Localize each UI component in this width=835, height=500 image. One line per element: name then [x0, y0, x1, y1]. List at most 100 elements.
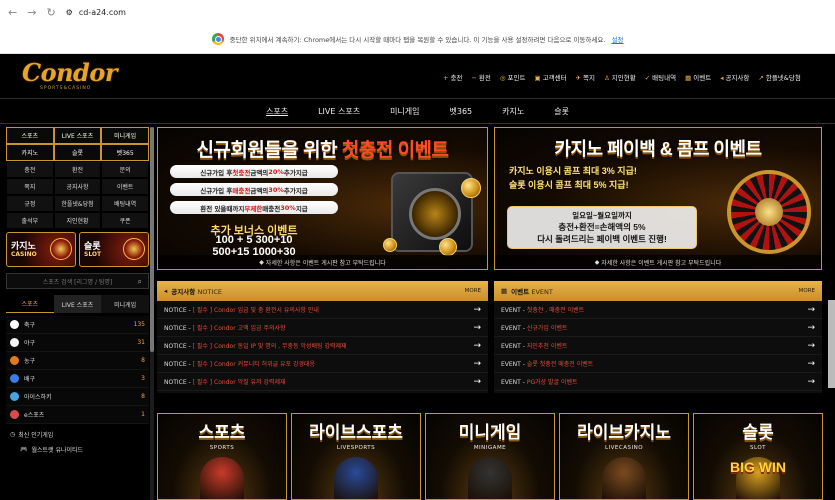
toplink-6[interactable]: ✓ 배팅내역	[645, 72, 676, 82]
quick-menu-item[interactable]: 공지사항	[53, 178, 102, 195]
nav-item-4[interactable]: 카지노	[487, 100, 539, 123]
nav-item-2[interactable]: 미니게임	[375, 100, 434, 123]
event-row[interactable]: EVENT - PG거상 발굴 이벤트 →	[494, 373, 822, 391]
arrow-right-icon[interactable]: →	[807, 377, 815, 387]
notice-row[interactable]: NOTICE - [ 필수 ] Condor 입금 및 충 환전시 유의사항 안…	[157, 301, 488, 319]
slot-banner[interactable]: 슬롯 SLOT	[79, 232, 149, 267]
sport-row[interactable]: 아이스하키 8	[6, 388, 149, 406]
sports-search-input[interactable]: 스포츠 검색 [리그명 / 팀명] ⌕	[6, 273, 149, 289]
nav-item-1[interactable]: LIVE 스포츠	[303, 100, 375, 123]
quick-menu-item[interactable]: 쪽지	[6, 178, 54, 195]
reload-icon[interactable]: ↻	[46, 6, 55, 19]
casino-banner[interactable]: 카지노 CASINO	[6, 232, 76, 267]
arrow-right-icon[interactable]: →	[807, 323, 815, 333]
quick-menu-item[interactable]: 지인현황	[53, 212, 102, 229]
quick-menu-item[interactable]: 스포츠	[6, 127, 54, 144]
event-row-prefix: EVENT -	[501, 307, 527, 314]
sport-row[interactable]: 축구 135	[6, 316, 149, 334]
event-more-link[interactable]: MORE	[799, 288, 815, 294]
arrow-right-icon[interactable]: →	[807, 305, 815, 315]
toplink-2[interactable]: ◎ 포인트	[500, 72, 526, 82]
promo1-condition-part: 추가지급	[283, 186, 308, 195]
sidebar-tab-2[interactable]: 미니게임	[101, 295, 150, 313]
sidebar-tab-0[interactable]: 스포츠	[6, 295, 54, 313]
page-scrollbar-thumb[interactable]	[828, 300, 835, 388]
promo1-title: 신규회원들을 위한 첫충전 이벤트	[196, 140, 449, 161]
event-title: 이벤트 EVENT	[511, 288, 553, 296]
sidebar-scroll-thumb[interactable]	[150, 127, 154, 352]
promo1-condition-part: 추가지급	[283, 168, 308, 177]
quick-menu-item[interactable]: 슬롯	[53, 144, 102, 161]
notice-row-text: NOTICE - [ 필수 ] Condor 악질 유저 강력제재	[164, 377, 473, 386]
arrow-right-icon[interactable]: →	[473, 323, 481, 333]
category-card-slot[interactable]: 슬롯 SLOT BIG WIN	[693, 413, 823, 500]
sport-row[interactable]: e스포츠 1	[6, 406, 149, 424]
sport-count: 135	[133, 321, 145, 328]
browser-toolbar: ← → ↻ ⚙ cd-a24.com	[0, 0, 835, 24]
nav-item-3[interactable]: 벳365	[435, 100, 488, 123]
quick-menu-item[interactable]: 벳365	[101, 144, 149, 161]
notice-row[interactable]: NOTICE - [ 필수 ] Condor 동일 IP 및 명의 , 무충등 …	[157, 337, 488, 355]
toplink-9[interactable]: ↗ 한플넷&당첨	[758, 72, 800, 82]
quick-menu-item[interactable]: LIVE 스포츠	[53, 127, 102, 144]
site-logo[interactable]: Condor SPORTS&CASINO	[22, 61, 118, 93]
category-card-livecasino[interactable]: 라이브카지노 LIVECASINO	[559, 413, 689, 500]
category-illustration	[602, 457, 646, 499]
toplink-7[interactable]: ▦ 이벤트	[685, 72, 711, 82]
recent-game-item[interactable]: 🎮 월스트랫 유나이티드	[6, 442, 149, 456]
notice-more-link[interactable]: MORE	[465, 288, 481, 294]
arrow-right-icon[interactable]: →	[807, 341, 815, 351]
toplink-5[interactable]: ♙ 지인현황	[604, 72, 636, 82]
casino-payback-promo-banner[interactable]: 카지노 페이백 & 콤프 이벤트 카지노 이용시 콤프 최대 3% 지급! 슬롯…	[494, 127, 822, 270]
category-card-livesports[interactable]: 라이브스포츠 LIVESPORTS	[291, 413, 421, 500]
category-subtitle: MINIGAME	[473, 445, 507, 451]
quick-menu-item[interactable]: 규정	[6, 195, 54, 212]
first-deposit-promo-banner[interactable]: 신규회원들을 위한 첫충전 이벤트 신규가입 후 첫충전 금액의 20% 추가지…	[157, 127, 488, 270]
quick-menu-item[interactable]: 쿠폰	[101, 212, 149, 229]
sport-row[interactable]: 야구 31	[6, 334, 149, 352]
category-card-minigame[interactable]: 미니게임 MINIGAME	[425, 413, 555, 500]
quick-menu-item[interactable]: 카지노	[6, 144, 54, 161]
event-row[interactable]: EVENT - 첫충전 , 매충전 이벤트 →	[494, 301, 822, 319]
toplink-1[interactable]: − 환전	[471, 72, 490, 82]
quick-menu-item[interactable]: 충전	[6, 161, 54, 178]
toplink-3[interactable]: ▣ 고객센터	[534, 72, 566, 82]
address-bar[interactable]: ⚙ cd-a24.com	[66, 8, 126, 17]
sport-row[interactable]: 배구 3	[6, 370, 149, 388]
arrow-right-icon[interactable]: →	[473, 305, 481, 315]
arrow-right-icon[interactable]: →	[473, 359, 481, 369]
quick-menu-item[interactable]: 문의	[101, 161, 149, 178]
toplink-0[interactable]: + 충전	[443, 72, 462, 82]
sidebar-tab-1[interactable]: LIVE 스포츠	[53, 295, 102, 313]
site-settings-icon[interactable]: ⚙	[66, 8, 73, 17]
arrow-right-icon[interactable]: →	[473, 341, 481, 351]
event-row[interactable]: EVENT - 신규가입 이벤트 →	[494, 319, 822, 337]
category-card-sports[interactable]: 스포츠 SPORTS	[157, 413, 287, 500]
quick-menu-item[interactable]: 미니게임	[101, 127, 149, 144]
quick-menu-item[interactable]: 배팅내역	[101, 195, 149, 212]
promo1-condition: 신규가입 후 첫충전 금액의 20% 추가지급	[170, 165, 338, 178]
toplink-label: 쪽지	[583, 74, 595, 82]
forward-icon[interactable]: →	[27, 6, 36, 19]
nav-item-5[interactable]: 슬롯	[539, 100, 584, 123]
notice-row[interactable]: NOTICE - [ 필수 ] Condor 고액 입금 주의사항 →	[157, 319, 488, 337]
infobar-settings-link[interactable]: 설정	[611, 34, 623, 44]
notice-row[interactable]: NOTICE - [ 필수 ] Condor 커뮤니티 허위글 유포 강경대응 →	[157, 355, 488, 373]
toplink-8[interactable]: ◂ 공지사항	[720, 72, 749, 82]
quick-menu-item[interactable]: 출석부	[6, 212, 54, 229]
quick-menu-item[interactable]: 환전	[53, 161, 102, 178]
slot-machine-icon	[123, 238, 145, 260]
quick-menu-item[interactable]: 한플넷&당첨	[53, 195, 102, 212]
arrow-right-icon[interactable]: →	[807, 359, 815, 369]
event-row[interactable]: EVENT - 슬롯 첫충전 매충전 이벤트 →	[494, 355, 822, 373]
notice-row-title: [ 필수 ] Condor 고액 입금 주의사항	[192, 325, 286, 332]
back-icon[interactable]: ←	[8, 6, 17, 19]
nav-item-0[interactable]: 스포츠	[251, 100, 303, 123]
sport-row[interactable]: 농구 8	[6, 352, 149, 370]
toplink-4[interactable]: ✈ 쪽지	[576, 72, 595, 82]
event-row[interactable]: EVENT - 지인추천 이벤트 →	[494, 337, 822, 355]
quick-menu-item[interactable]: 이벤트	[101, 178, 149, 195]
search-icon[interactable]: ⌕	[138, 277, 142, 287]
notice-row[interactable]: NOTICE - [ 필수 ] Condor 악질 유저 강력제재 →	[157, 373, 488, 391]
arrow-right-icon[interactable]: →	[473, 377, 481, 387]
